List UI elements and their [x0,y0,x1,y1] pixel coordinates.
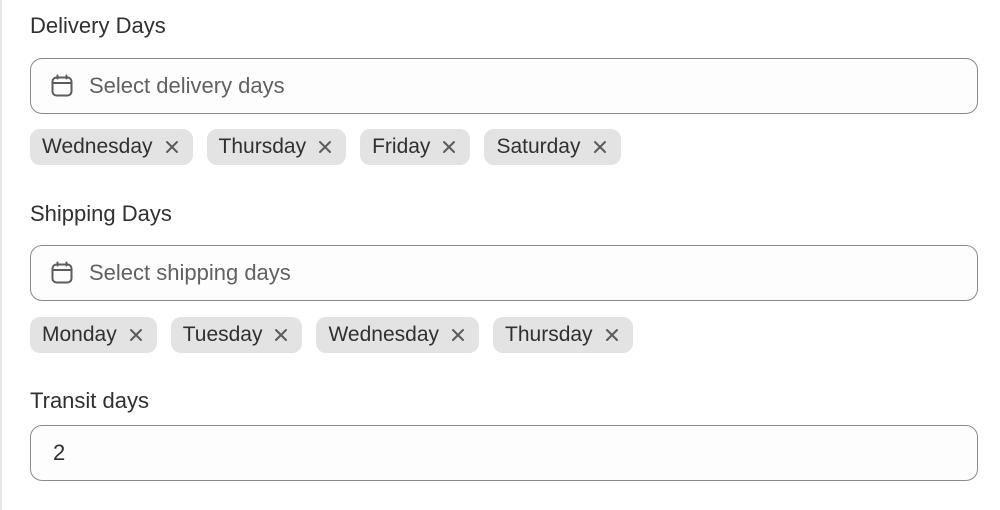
delivery-tag-wednesday: Wednesday [30,129,193,165]
delivery-days-tags: Wednesday Thursday Friday Saturday [30,129,621,165]
transit-days-input[interactable] [53,440,977,466]
shipping-tag-wednesday: Wednesday [316,317,480,353]
delivery-days-placeholder: Select delivery days [89,73,285,98]
form-panel: Delivery Days Select delivery days Wedne… [0,0,1000,510]
delivery-tag-friday: Friday [360,129,471,165]
tag-label: Monday [42,323,117,346]
remove-tag-icon[interactable] [449,326,467,344]
shipping-tag-tuesday: Tuesday [170,317,303,353]
calendar-icon [49,73,75,99]
shipping-days-tags: Monday Tuesday Wednesday Thursday [30,317,633,353]
tag-label: Wednesday [42,135,153,158]
shipping-tag-monday: Monday [30,317,157,353]
calendar-icon [49,260,75,286]
shipping-days-label: Shipping Days [30,201,172,226]
shipping-days-placeholder: Select shipping days [89,260,291,285]
delivery-days-label: Delivery Days [30,13,166,38]
delivery-tag-thursday: Thursday [206,129,347,165]
tag-label: Thursday [505,323,593,346]
transit-days-field [30,425,978,481]
tag-label: Saturday [496,135,581,158]
shipping-tag-thursday: Thursday [493,317,633,353]
tag-label: Thursday [218,135,307,158]
transit-days-label: Transit days [30,388,150,413]
remove-tag-icon[interactable] [440,138,458,156]
remove-tag-icon[interactable] [591,138,609,156]
remove-tag-icon[interactable] [272,326,290,344]
remove-tag-icon[interactable] [163,138,181,156]
remove-tag-icon[interactable] [127,326,145,344]
tag-label: Friday [372,135,431,158]
remove-tag-icon[interactable] [316,138,334,156]
tag-label: Wednesday [328,323,440,346]
remove-tag-icon[interactable] [603,326,621,344]
delivery-tag-saturday: Saturday [484,129,621,165]
delivery-days-select[interactable]: Select delivery days [30,58,978,114]
shipping-days-select[interactable]: Select shipping days [30,245,978,301]
tag-label: Tuesday [182,323,263,346]
